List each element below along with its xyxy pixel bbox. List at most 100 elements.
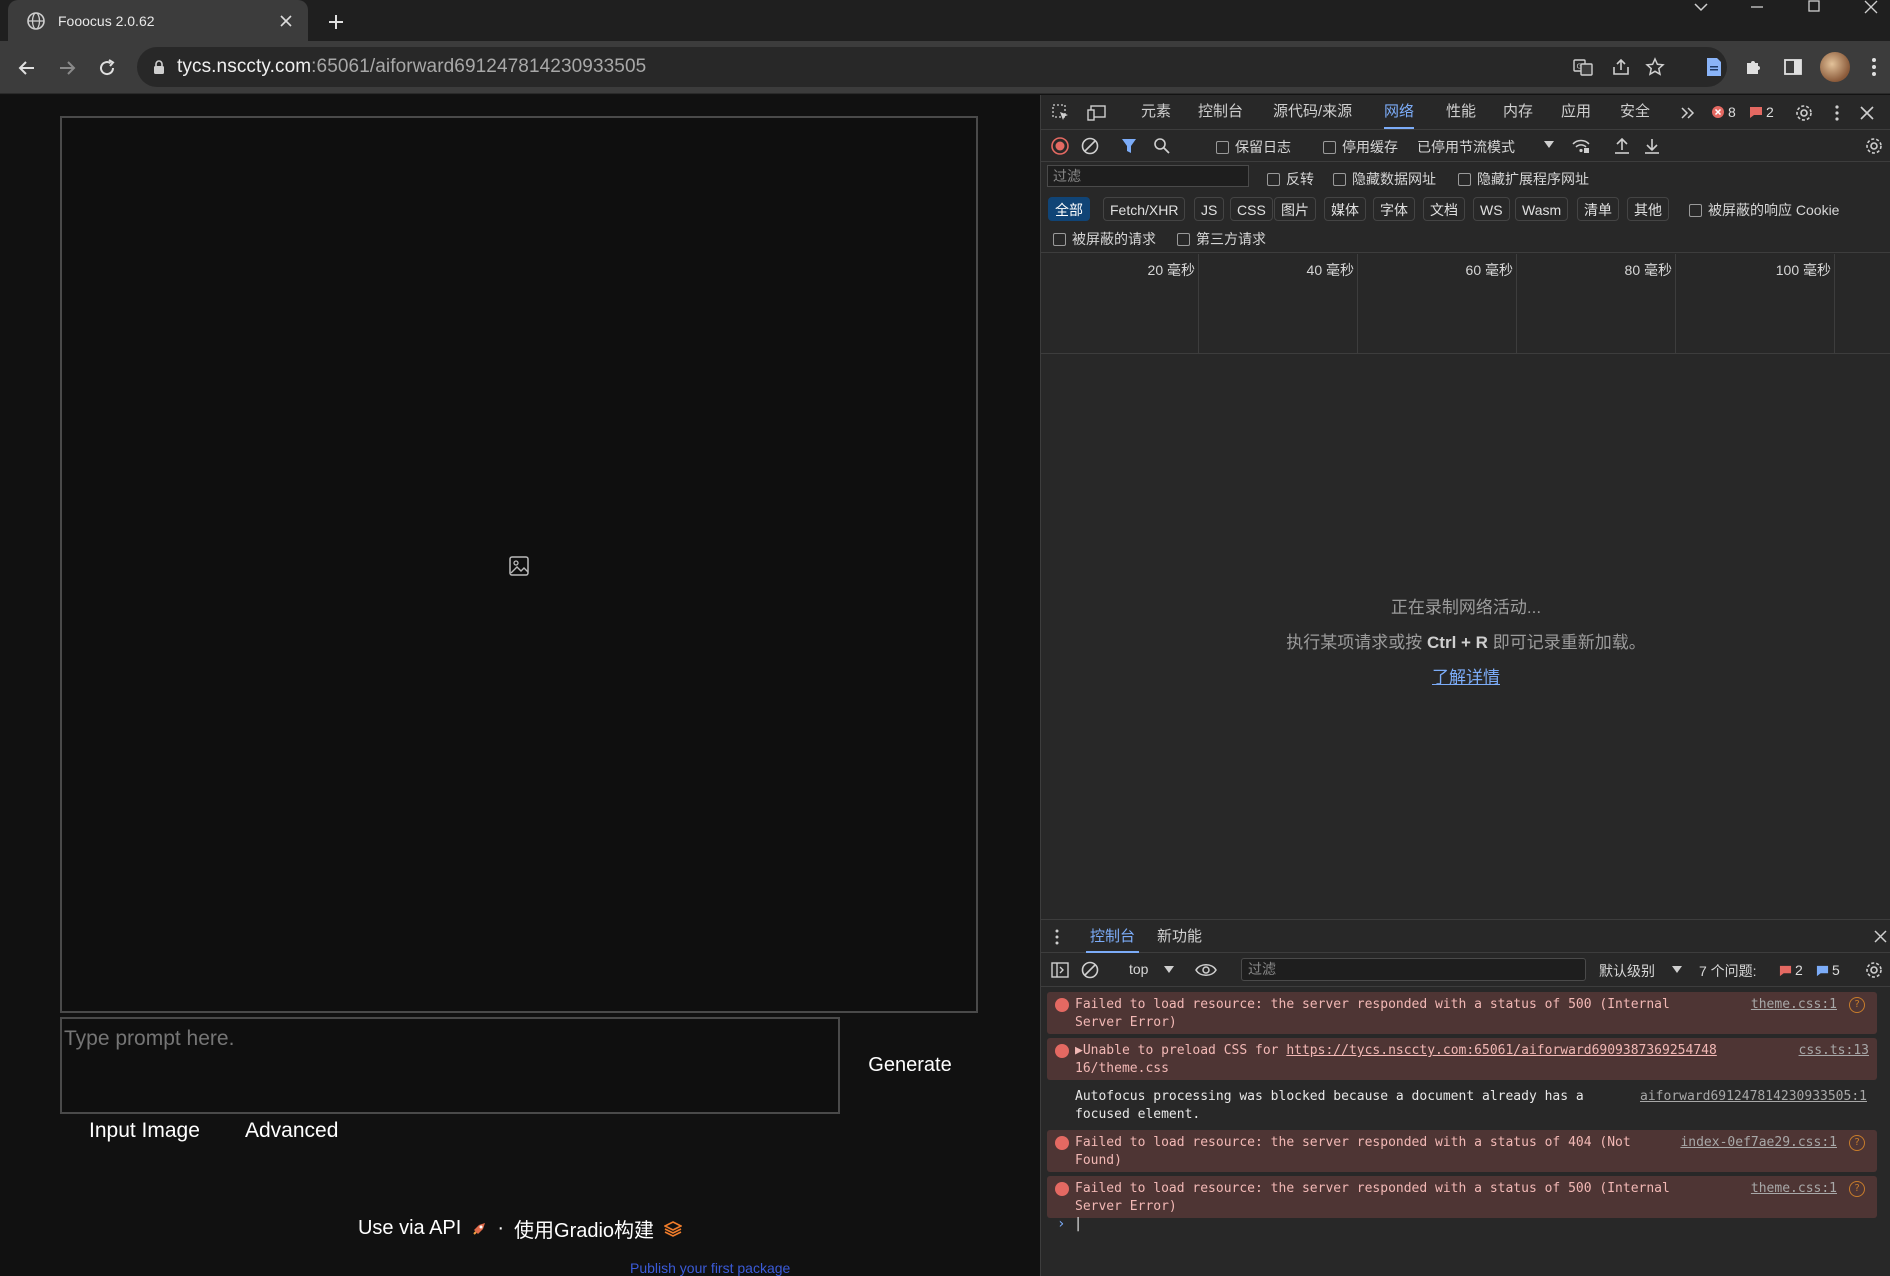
close-window-icon[interactable] — [1856, 0, 1886, 14]
devtools-tab-security[interactable]: 安全 — [1620, 95, 1650, 129]
record-icon[interactable] — [1051, 137, 1069, 155]
tab-advanced[interactable]: Advanced — [245, 1119, 338, 1151]
clear-icon[interactable] — [1081, 137, 1099, 155]
devtools-tab-performance[interactable]: 性能 — [1446, 95, 1476, 129]
blocked-cookies-checkbox[interactable]: 被屏蔽的响应 Cookie — [1689, 200, 1839, 220]
back-arrow-icon[interactable] — [12, 53, 42, 83]
drawer-tab-console[interactable]: 控制台 — [1086, 920, 1140, 953]
source-link[interactable]: aiforward691247814230933505:1 — [1640, 1088, 1867, 1106]
type-chip-media[interactable]: 媒体 — [1324, 197, 1366, 221]
devtools-tab-network[interactable]: 网络 — [1384, 95, 1415, 129]
network-settings-gear-icon[interactable] — [1865, 137, 1883, 155]
devtools-menu-icon[interactable] — [1827, 103, 1847, 123]
address-bar[interactable]: tycs.nsccty.com:65061/aiforward691247814… — [137, 47, 1727, 87]
type-chip-doc[interactable]: 文档 — [1423, 197, 1465, 221]
profile-avatar[interactable] — [1820, 52, 1850, 82]
clear-console-icon[interactable] — [1081, 961, 1099, 979]
generate-button[interactable]: Generate — [845, 1017, 975, 1114]
context-select[interactable]: top — [1129, 961, 1148, 977]
tab-close-icon[interactable] — [274, 9, 298, 33]
type-chip-font[interactable]: 字体 — [1373, 197, 1415, 221]
device-toolbar-icon[interactable] — [1087, 103, 1107, 123]
document-extension-icon[interactable] — [1702, 55, 1726, 79]
more-tabs-chevron-icon[interactable] — [1678, 103, 1698, 123]
inspect-element-icon[interactable] — [1051, 103, 1071, 123]
export-har-icon[interactable] — [1644, 137, 1660, 155]
throttle-select[interactable]: 已停用节流模式 — [1417, 137, 1515, 157]
network-timeline[interactable]: 20 毫秒 40 毫秒 60 毫秒 80 毫秒 100 毫秒 — [1041, 254, 1890, 354]
console-error-message[interactable]: Failed to load resource: the server resp… — [1047, 1176, 1877, 1218]
devtools-tab-memory[interactable]: 内存 — [1503, 95, 1533, 129]
type-chip-fetch-xhr[interactable]: Fetch/XHR — [1103, 197, 1186, 221]
type-chip-other[interactable]: 其他 — [1627, 197, 1669, 221]
source-link[interactable]: theme.css:1 — [1751, 1180, 1837, 1198]
disable-cache-checkbox[interactable]: 停用缓存 — [1323, 137, 1398, 157]
sidebar-toggle-icon[interactable] — [1051, 961, 1069, 979]
lock-icon[interactable] — [151, 59, 167, 75]
close-drawer-icon[interactable] — [1874, 930, 1887, 943]
close-devtools-icon[interactable] — [1857, 103, 1877, 123]
hide-extension-urls-checkbox[interactable]: 隐藏扩展程序网址 — [1458, 169, 1589, 189]
devtools-tab-sources[interactable]: 源代码/来源 — [1273, 95, 1352, 129]
ai-insight-icon[interactable]: ? — [1849, 1135, 1865, 1151]
type-chip-ws[interactable]: WS — [1473, 197, 1510, 221]
search-icon[interactable] — [1153, 137, 1171, 155]
error-count-badge[interactable]: 8 — [1711, 104, 1736, 120]
blocked-requests-checkbox[interactable]: 被屏蔽的请求 — [1053, 229, 1156, 249]
console-info-message[interactable]: Autofocus processing was blocked because… — [1047, 1084, 1877, 1126]
network-filter-input[interactable]: 过滤 — [1047, 165, 1249, 187]
tab-input-image[interactable]: Input Image — [89, 1119, 200, 1151]
console-messages[interactable]: Failed to load resource: the server resp… — [1041, 988, 1890, 1276]
devtools-tab-application[interactable]: 应用 — [1561, 95, 1591, 129]
source-link[interactable]: theme.css:1 — [1751, 996, 1837, 1014]
console-error-message[interactable]: Failed to load resource: the server resp… — [1047, 1130, 1877, 1172]
issues-errors-badge[interactable]: 2 — [1779, 962, 1803, 978]
settings-gear-icon[interactable] — [1794, 103, 1814, 123]
hide-data-urls-checkbox[interactable]: 隐藏数据网址 — [1333, 169, 1436, 189]
ai-insight-icon[interactable]: ? — [1849, 997, 1865, 1013]
type-chip-all[interactable]: 全部 — [1048, 197, 1090, 221]
issues-info-badge[interactable]: 5 — [1816, 962, 1840, 978]
source-link[interactable]: css.ts:13 — [1799, 1042, 1869, 1060]
forward-arrow-icon[interactable] — [52, 53, 82, 83]
built-with-gradio-link[interactable]: 使用Gradio构建 — [514, 1214, 654, 1243]
type-chip-css[interactable]: CSS — [1230, 197, 1273, 221]
type-chip-manifest[interactable]: 清单 — [1577, 197, 1619, 221]
publish-package-link[interactable]: Publish your first package — [630, 1260, 790, 1276]
type-chip-js[interactable]: JS — [1194, 197, 1225, 221]
share-icon[interactable] — [1611, 57, 1631, 77]
filter-funnel-icon[interactable] — [1121, 137, 1137, 155]
preserve-log-checkbox[interactable]: 保留日志 — [1216, 137, 1291, 157]
issue-count-badge[interactable]: 2 — [1749, 104, 1774, 120]
console-error-message[interactable]: Failed to load resource: the server resp… — [1047, 992, 1877, 1034]
type-chip-img[interactable]: 图片 — [1274, 197, 1316, 221]
devtools-tab-console[interactable]: 控制台 — [1198, 95, 1243, 129]
console-settings-gear-icon[interactable] — [1865, 961, 1883, 979]
console-error-message[interactable]: ▶Unable to preload CSS for https://tycs.… — [1047, 1038, 1877, 1080]
tab-search-icon[interactable] — [1686, 0, 1716, 14]
third-party-checkbox[interactable]: 第三方请求 — [1177, 229, 1266, 249]
reload-icon[interactable] — [92, 53, 122, 83]
context-dropdown-icon[interactable] — [1164, 966, 1174, 974]
extensions-puzzle-icon[interactable] — [1742, 55, 1766, 79]
source-link[interactable]: index-0ef7ae29.css:1 — [1680, 1134, 1837, 1152]
more-vert-icon[interactable] — [1862, 55, 1886, 79]
type-chip-wasm[interactable]: Wasm — [1515, 197, 1569, 221]
maximize-icon[interactable] — [1799, 0, 1829, 14]
dropdown-arrow-icon[interactable] — [1544, 141, 1554, 149]
use-via-api-link[interactable]: Use via API — [358, 1217, 461, 1240]
bookmark-star-icon[interactable] — [1645, 57, 1665, 77]
resource-url-link[interactable]: https://tycs.nsccty.com:65061/aiforward6… — [1286, 1043, 1716, 1058]
console-filter-input[interactable]: 过滤 — [1241, 958, 1586, 981]
issues-label[interactable]: 7 个问题: — [1699, 961, 1757, 981]
minimize-icon[interactable] — [1742, 0, 1772, 14]
ai-insight-icon[interactable]: ? — [1849, 1181, 1865, 1197]
translate-icon[interactable]: G — [1573, 57, 1593, 77]
browser-tab[interactable]: Fooocus 2.0.62 — [8, 0, 308, 41]
invert-checkbox[interactable]: 反转 — [1267, 169, 1314, 189]
devtools-tab-elements[interactable]: 元素 — [1141, 95, 1171, 129]
log-level-dropdown-icon[interactable] — [1672, 966, 1682, 974]
log-level-select[interactable]: 默认级别 — [1599, 961, 1655, 981]
learn-more-link[interactable]: 了解详情 — [1432, 668, 1500, 687]
import-har-icon[interactable] — [1614, 137, 1630, 155]
